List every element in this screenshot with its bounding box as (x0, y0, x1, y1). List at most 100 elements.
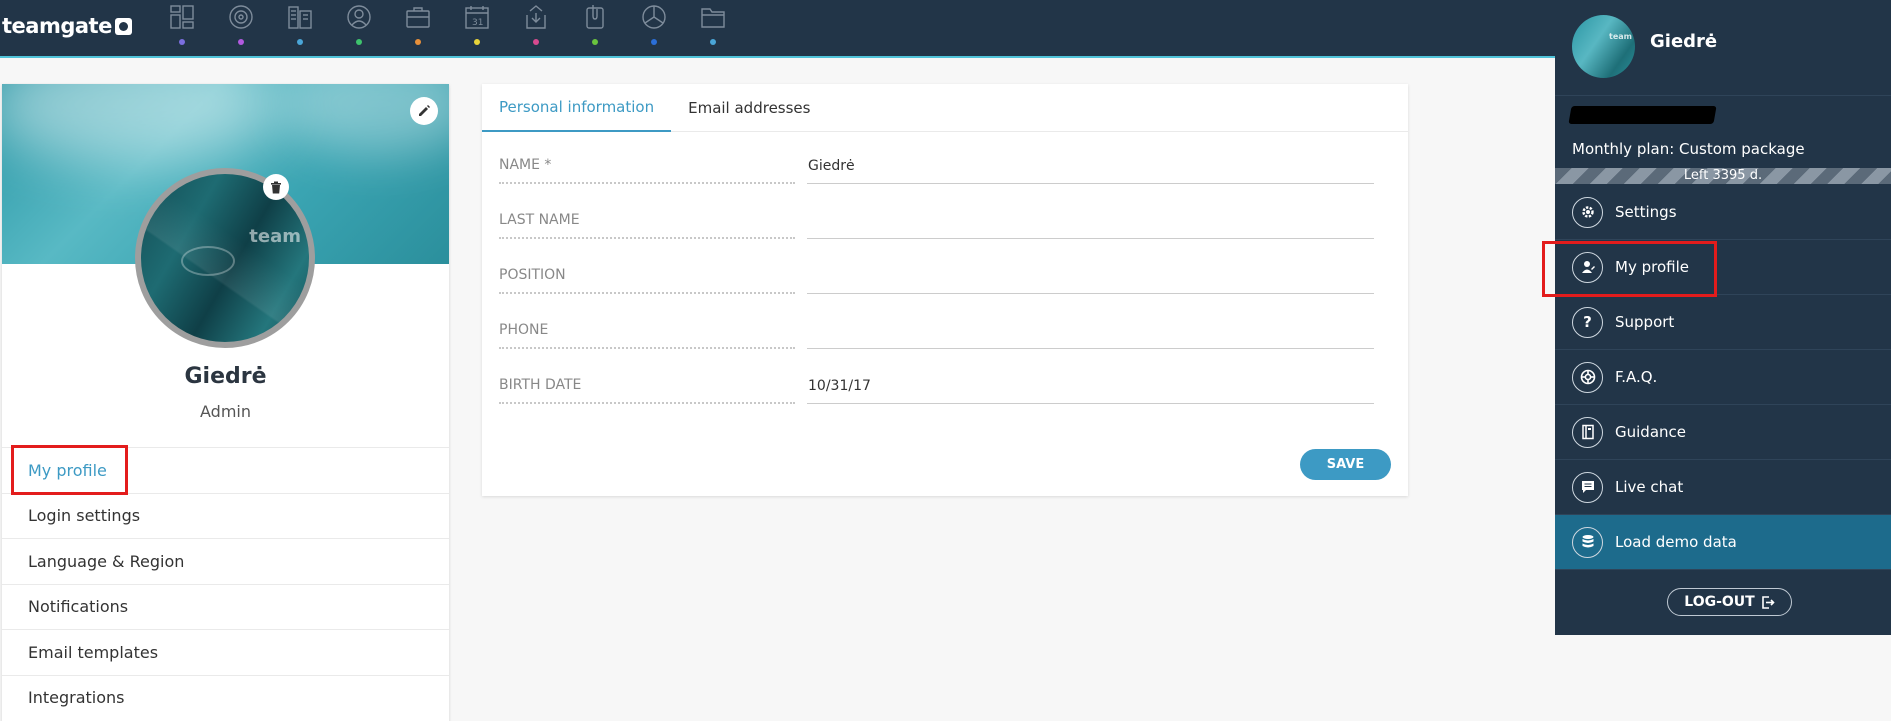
pencil-icon (419, 105, 430, 116)
dropdown-item-label: My profile (1615, 258, 1689, 276)
nav-companies[interactable] (270, 3, 329, 47)
field-label: NAME * (499, 148, 795, 184)
nav-dot (237, 39, 244, 45)
teamgate-logo[interactable]: teamgate (2, 14, 132, 38)
avatar-watermark: team (249, 226, 301, 247)
redacted-text (1568, 106, 1717, 124)
tab-personal-information[interactable]: Personal information (482, 84, 672, 132)
nav-calendar[interactable]: 31 (447, 3, 506, 47)
avatar-watermark: team (1609, 32, 1632, 41)
contacts-icon (346, 5, 371, 29)
field-last-name: LAST NAME (499, 203, 1376, 243)
menu-item-integrations[interactable]: Integrations (2, 674, 449, 721)
dropdown-item-settings[interactable]: Settings (1555, 185, 1891, 240)
personal-info-form: Personal information Email addresses NAM… (482, 84, 1408, 496)
last-name-input[interactable] (807, 203, 1374, 239)
avatar-pattern (181, 246, 235, 276)
plan-remaining-bar: Left 3395 d. (1555, 168, 1891, 184)
dropdown-header: team Giedrė (1555, 0, 1891, 96)
dropdown-item-label: F.A.Q. (1615, 368, 1658, 386)
user-edit-icon (1572, 251, 1603, 283)
profile-card: team Giedrė Admin My profile Login setti… (2, 84, 449, 721)
dropdown-item-live-chat[interactable]: Live chat (1555, 460, 1891, 515)
nav-dot (296, 39, 303, 45)
nav-dot (473, 39, 480, 45)
menu-item-my-profile[interactable]: My profile (2, 447, 449, 493)
profile-role: Admin (200, 402, 251, 421)
delete-avatar-button[interactable] (263, 174, 289, 200)
trash-icon (271, 181, 281, 193)
logout-label: LOG-OUT (1684, 594, 1755, 610)
dropdown-item-guidance[interactable]: Guidance (1555, 405, 1891, 460)
tab-email-addresses[interactable]: Email addresses (671, 84, 827, 132)
menu-item-login-settings[interactable]: Login settings (2, 492, 449, 539)
deals-icon (405, 7, 430, 28)
dropdown-avatar: team (1572, 15, 1635, 78)
field-phone: PHONE (499, 313, 1376, 353)
inbox-icon (525, 5, 546, 29)
calendar-icon: 31 (464, 6, 489, 29)
dropdown-item-support[interactable]: ? Support (1555, 295, 1891, 350)
main-nav-icons: 31 (152, 3, 742, 47)
companies-icon (287, 6, 312, 29)
documents-icon (585, 5, 604, 29)
field-label: PHONE (499, 313, 795, 349)
nav-dot (532, 39, 539, 45)
dropdown-item-label: Live chat (1615, 478, 1684, 496)
profile-name: Giedrė (184, 364, 267, 389)
nav-dot (650, 39, 657, 45)
nav-dot (355, 39, 362, 45)
nav-files[interactable] (683, 3, 742, 47)
svg-text:31: 31 (472, 18, 483, 28)
nav-deals[interactable] (388, 3, 447, 47)
menu-item-email-templates[interactable]: Email templates (2, 629, 449, 675)
menu-item-language-region[interactable]: Language & Region (2, 538, 449, 584)
nav-dot (414, 39, 421, 45)
book-icon (1572, 416, 1603, 448)
logo-badge-icon (114, 17, 132, 35)
target-icon (228, 5, 253, 29)
field-birth-date: BIRTH DATE 10/31/17 (499, 368, 1376, 408)
dropdown-item-label: Guidance (1615, 423, 1686, 441)
menu-item-notifications[interactable]: Notifications (2, 583, 449, 630)
nav-dot (591, 39, 598, 45)
dropdown-item-label: Support (1615, 313, 1675, 331)
field-label: BIRTH DATE (499, 368, 795, 404)
profile-menu: My profile Login settings Language & Reg… (2, 447, 449, 720)
name-input[interactable]: Giedrė (807, 148, 1374, 184)
nav-contacts[interactable] (329, 3, 388, 47)
field-label: LAST NAME (499, 203, 795, 239)
logout-button[interactable]: LOG-OUT (1667, 588, 1792, 616)
logo-text: teamgate (2, 14, 112, 38)
database-icon (1572, 526, 1603, 558)
reports-icon (641, 5, 666, 29)
dropdown-item-my-profile[interactable]: My profile (1555, 240, 1891, 295)
field-name: NAME * Giedrė (499, 148, 1376, 188)
position-input[interactable] (807, 258, 1374, 294)
dashboard-icon (169, 5, 194, 29)
folder-icon (700, 8, 725, 28)
save-button[interactable]: SAVE (1300, 449, 1391, 480)
plan-text: Monthly plan: Custom package (1572, 140, 1805, 158)
dropdown-item-faq[interactable]: F.A.Q. (1555, 350, 1891, 405)
nav-goals[interactable] (211, 3, 270, 47)
nav-reports[interactable] (624, 3, 683, 47)
nav-documents[interactable] (565, 3, 624, 47)
field-position: POSITION (499, 258, 1376, 298)
profile-avatar[interactable]: team (135, 168, 315, 348)
field-label: POSITION (499, 258, 795, 294)
edit-cover-button[interactable] (410, 97, 438, 125)
dropdown-item-load-demo-data[interactable]: Load demo data (1555, 515, 1891, 570)
dropdown-item-label: Settings (1615, 203, 1677, 221)
dropdown-item-label: Load demo data (1615, 533, 1737, 551)
dropdown-user-name: Giedrė (1650, 31, 1718, 52)
chat-icon (1572, 471, 1603, 503)
nav-dashboard[interactable] (152, 3, 211, 47)
birth-date-input[interactable]: 10/31/17 (807, 368, 1374, 404)
phone-input[interactable] (807, 313, 1374, 349)
nav-dot (178, 39, 185, 45)
gear-icon (1572, 196, 1603, 228)
logout-icon (1761, 595, 1775, 609)
question-icon: ? (1572, 306, 1603, 338)
nav-inbox[interactable] (506, 3, 565, 47)
